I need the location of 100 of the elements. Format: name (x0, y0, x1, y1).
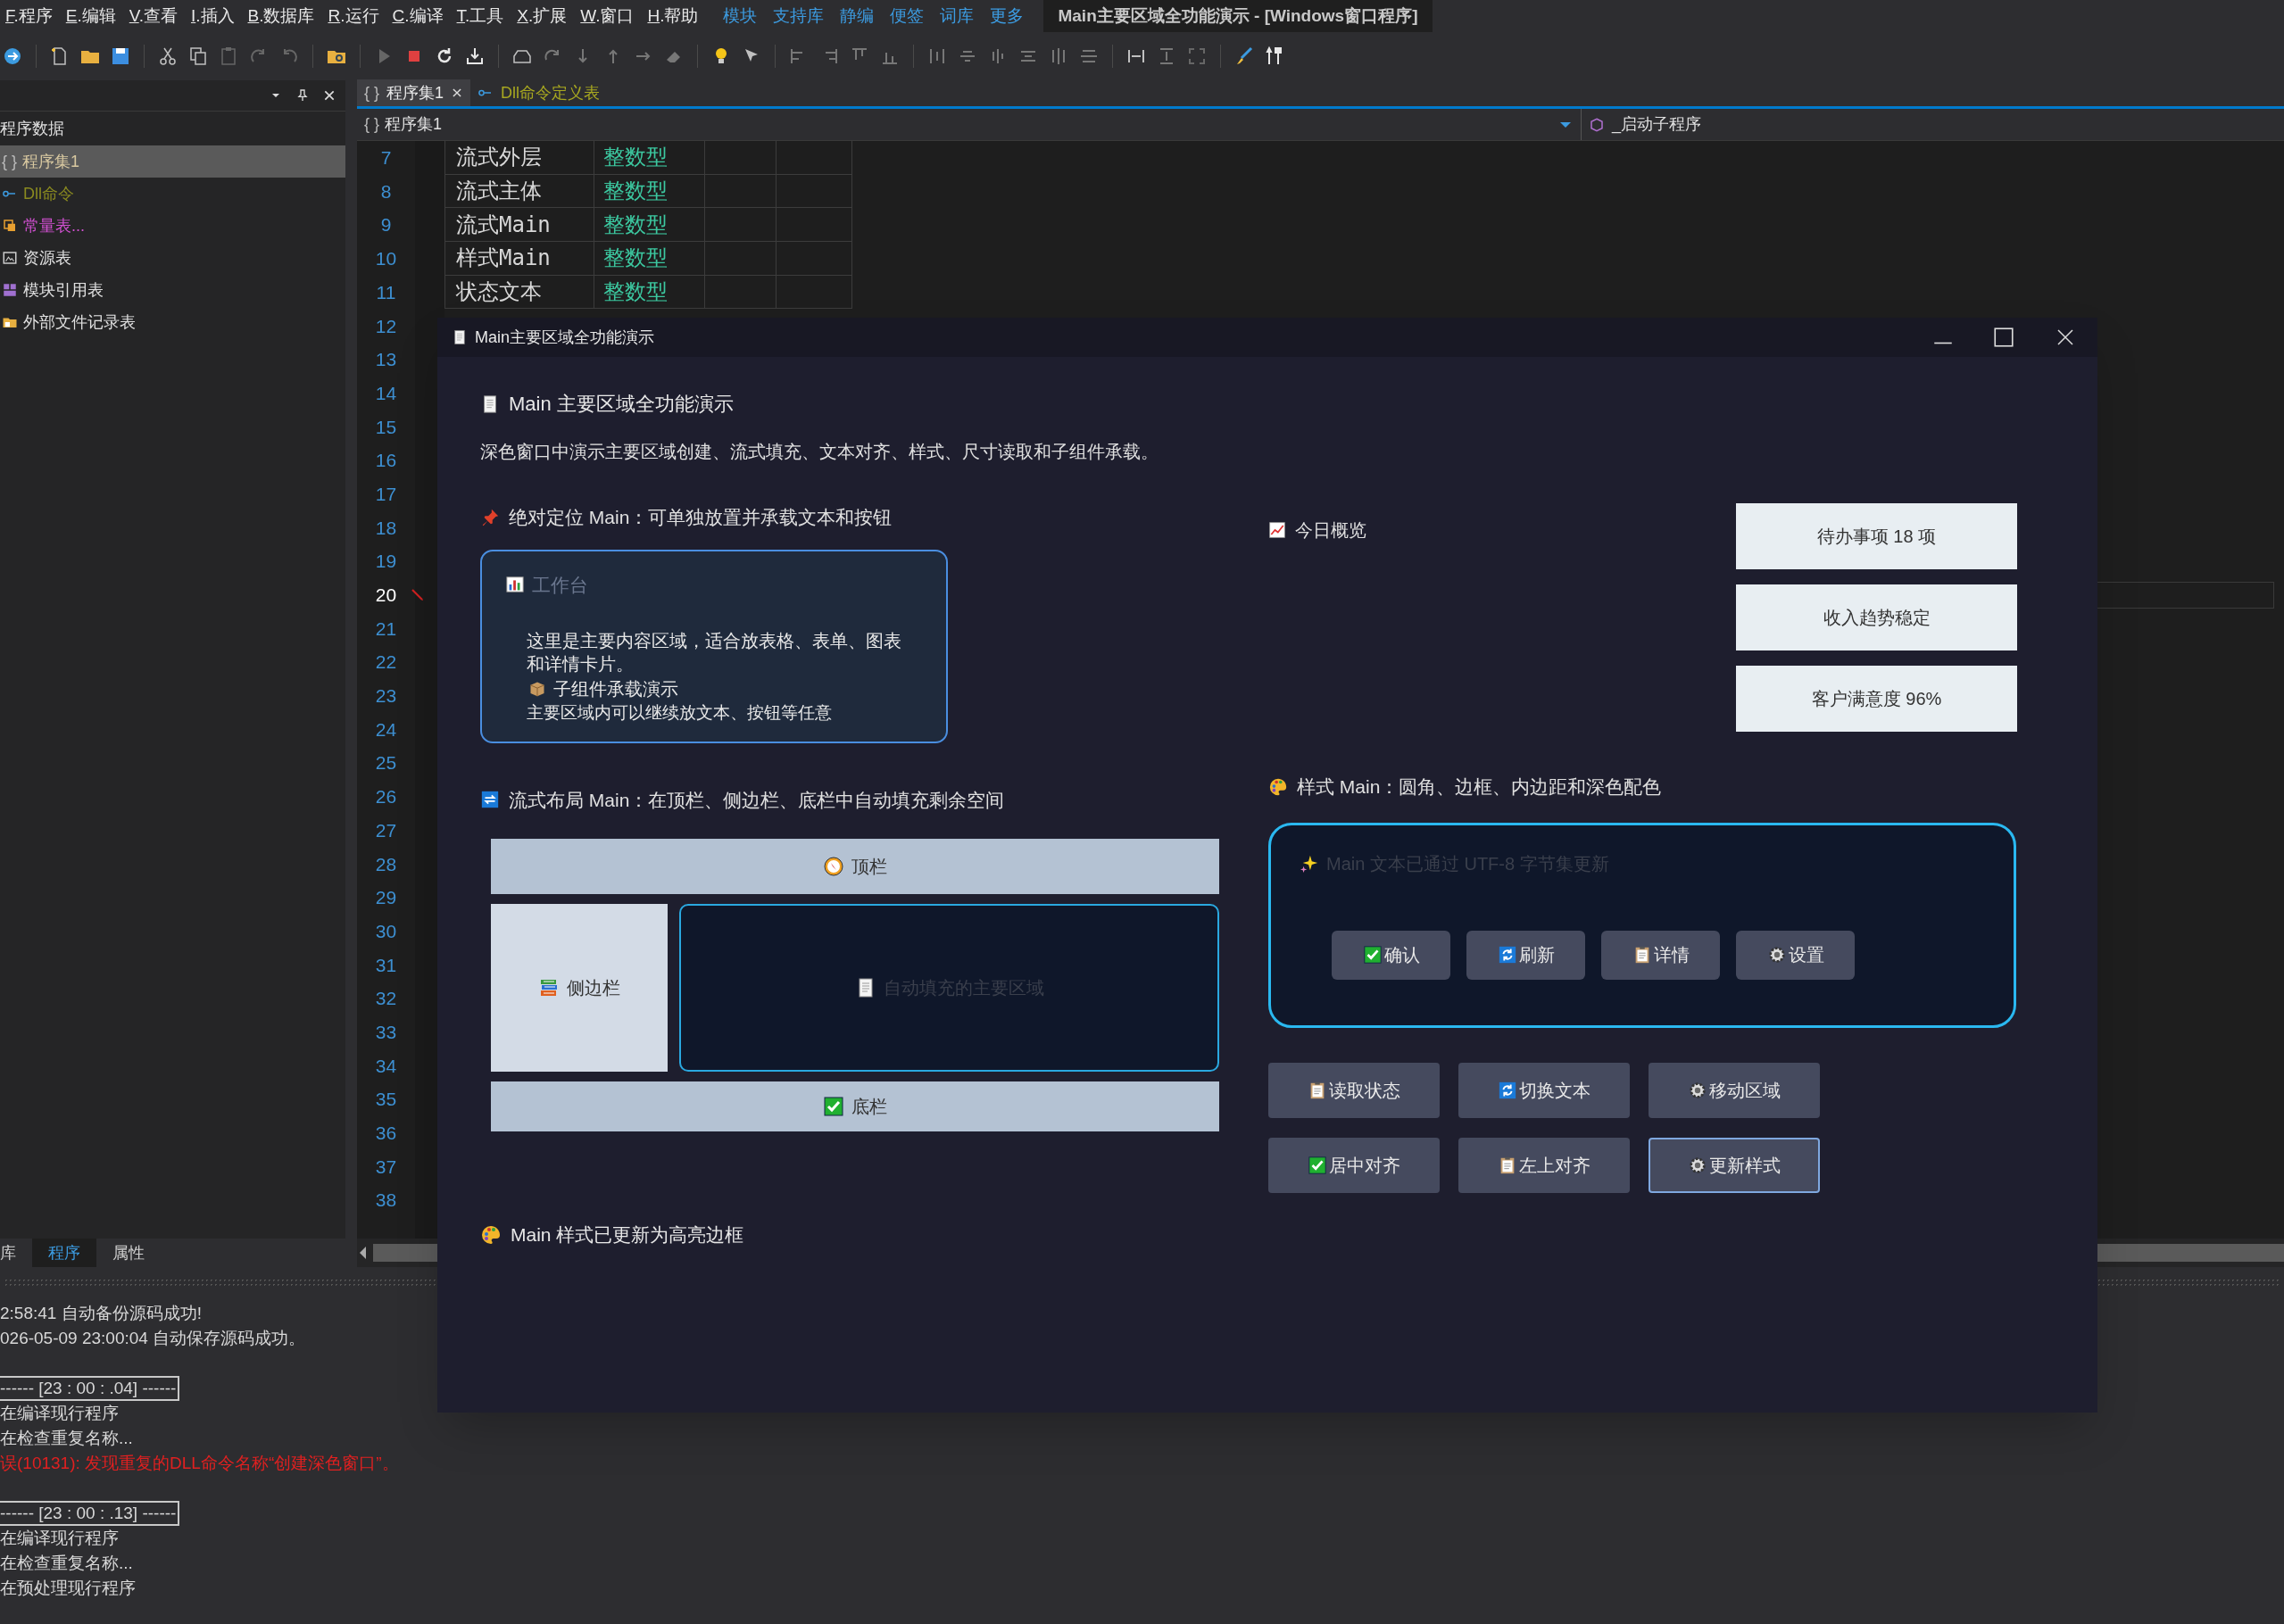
panel-tab[interactable]: 库 (0, 1239, 32, 1267)
menu-item[interactable]: W.窗口 (580, 3, 635, 29)
output-line: 在检查重复名称... (0, 1552, 134, 1574)
save-icon[interactable] (110, 46, 131, 67)
editor-tab[interactable]: Dll命令定义表 (470, 79, 608, 106)
table-cell: 流式主体 (445, 174, 594, 208)
action-button[interactable]: 刷新 (1466, 930, 1585, 980)
section-heading: 样式 Main：圆角、边框、内边距和深色配色 (1297, 775, 1662, 799)
tree-item[interactable]: 常量表... (0, 210, 345, 242)
scissors-icon[interactable] (157, 46, 179, 67)
menu-item[interactable]: E.编辑 (65, 3, 116, 29)
editor-tab[interactable]: { } 程序集1 (357, 79, 471, 106)
quick-link[interactable]: 支持库 (773, 3, 825, 29)
menu-item[interactable]: C.编译 (392, 3, 444, 29)
action-button[interactable]: 设置 (1736, 930, 1855, 980)
table-cell: 状态文本 (445, 275, 594, 309)
checkbox-icon (1308, 1155, 1327, 1175)
line-number: 10 (375, 247, 397, 271)
quick-link[interactable]: 更多 (990, 3, 1025, 29)
error-message: 误(10131): 发现重复的DLL命令名称“创建深色窗口”。 (0, 1452, 400, 1474)
line-number: 34 (375, 1054, 397, 1078)
palette-icon (1268, 776, 1288, 797)
panel-tab[interactable]: 程序 (32, 1239, 96, 1267)
line-number: 25 (375, 751, 397, 775)
line-number: 33 (375, 1020, 397, 1044)
arrows-icon (480, 790, 500, 810)
action-button[interactable]: 详情 (1601, 930, 1720, 980)
tree-item-label: 资源表 (23, 247, 71, 269)
menu-item[interactable]: R.运行 (328, 3, 379, 29)
dialog-title: Main主要区域全功能演示 (475, 327, 654, 348)
close-icon[interactable] (322, 88, 336, 103)
quick-link[interactable]: 词库 (940, 3, 975, 29)
line-number: 23 (375, 684, 397, 708)
line-number: 8 (380, 179, 392, 203)
breadcrumb[interactable]: 程序集1 (385, 112, 443, 137)
menu-item[interactable]: V.查看 (129, 3, 178, 29)
download-icon[interactable] (464, 46, 486, 67)
action-button[interactable]: 更新样式 (1649, 1137, 1820, 1193)
line-number: 36 (375, 1122, 397, 1146)
action-button[interactable]: 读取状态 (1268, 1062, 1440, 1118)
action-button[interactable]: 居中对齐 (1268, 1137, 1440, 1193)
action-button[interactable]: 切换文本 (1458, 1062, 1630, 1118)
pin-icon[interactable] (295, 88, 310, 103)
action-button[interactable]: 确认 (1332, 930, 1450, 980)
card-title: 工作台 (532, 573, 588, 597)
line-number: 37 (375, 1155, 397, 1179)
description: 深色窗口中演示主要区域创建、流式填充、文本对齐、样式、尺寸读取和子组件承载。 (480, 441, 1159, 463)
output-separator: ------ [23 : 00 : .04] ------ (0, 1376, 180, 1401)
stat-button[interactable]: 收入趋势稳定 (1736, 584, 2017, 650)
line-number: 38 (375, 1189, 397, 1213)
refresh-icon (1498, 1080, 1517, 1100)
tree-item[interactable]: 模块引用表 (0, 274, 345, 306)
maximize-icon[interactable] (1992, 326, 2015, 349)
gear-icon (1688, 1080, 1707, 1100)
tree-item[interactable]: Dll命令 (0, 178, 345, 210)
menu-item[interactable]: H.帮助 (647, 3, 699, 29)
menu-item[interactable]: X.扩展 (517, 3, 568, 29)
line-number: 17 (375, 482, 397, 506)
action-button[interactable]: 左上对齐 (1458, 1137, 1630, 1193)
tree-item[interactable]: 资源表 (0, 242, 345, 274)
palette-icon (480, 1223, 502, 1246)
table-cell: 流式Main (445, 208, 594, 242)
table-cell: 整数型 (594, 242, 706, 275)
output-line: 在检查重复名称... (0, 1427, 134, 1449)
arrow-circle-icon[interactable] (2, 46, 23, 67)
window-title: Main主要区域全功能演示 - [Windows窗口程序] (1043, 0, 1433, 32)
image-icon (2, 250, 18, 266)
tree-item-label: 外部文件记录表 (23, 311, 136, 333)
stat-button[interactable]: 待办事项 18 项 (1736, 503, 2017, 569)
line-number: 30 (375, 919, 397, 943)
stat-button[interactable]: 客户满意度 96% (1736, 666, 2017, 732)
action-button[interactable]: 移动区域 (1649, 1062, 1820, 1118)
quick-link[interactable]: 模块 (723, 3, 758, 29)
procedure-selector[interactable]: _启动子程序 (1612, 112, 1701, 137)
menu-item[interactable]: B.数据库 (247, 3, 315, 29)
expand-icon[interactable] (1186, 46, 1208, 67)
line-number: 22 (375, 650, 397, 675)
tree-item[interactable]: { } 程序集1 (0, 145, 345, 178)
line-number: 26 (375, 785, 397, 809)
quick-link[interactable]: 便签 (890, 3, 925, 29)
menu-item[interactable]: F.程序 (5, 3, 53, 29)
bottom-bar: 底栏 (491, 1081, 1219, 1131)
copy-icon[interactable] (187, 46, 209, 67)
panel-tab[interactable]: 属性 (96, 1239, 161, 1267)
books-icon (538, 977, 560, 998)
side-bar: 侧边栏 (491, 904, 668, 1072)
menu-item[interactable]: I.插入 (190, 3, 235, 29)
gear-icon (1766, 945, 1787, 965)
stacked-squares-icon (2, 218, 18, 234)
menu-item[interactable]: T.工具 (456, 3, 504, 29)
output-line: 026-05-09 23:00:04 自动保存源码成功。 (0, 1327, 307, 1349)
quick-link[interactable]: 静编 (840, 3, 875, 29)
line-number: 7 (380, 146, 392, 170)
braces-icon: { } (2, 149, 18, 174)
compass-icon (823, 856, 844, 877)
package-icon (528, 680, 546, 698)
line-number: 28 (375, 852, 397, 876)
tree-item[interactable]: 外部文件记录表 (0, 306, 345, 338)
close-icon[interactable] (451, 87, 464, 99)
table-cell: 整数型 (594, 275, 706, 309)
